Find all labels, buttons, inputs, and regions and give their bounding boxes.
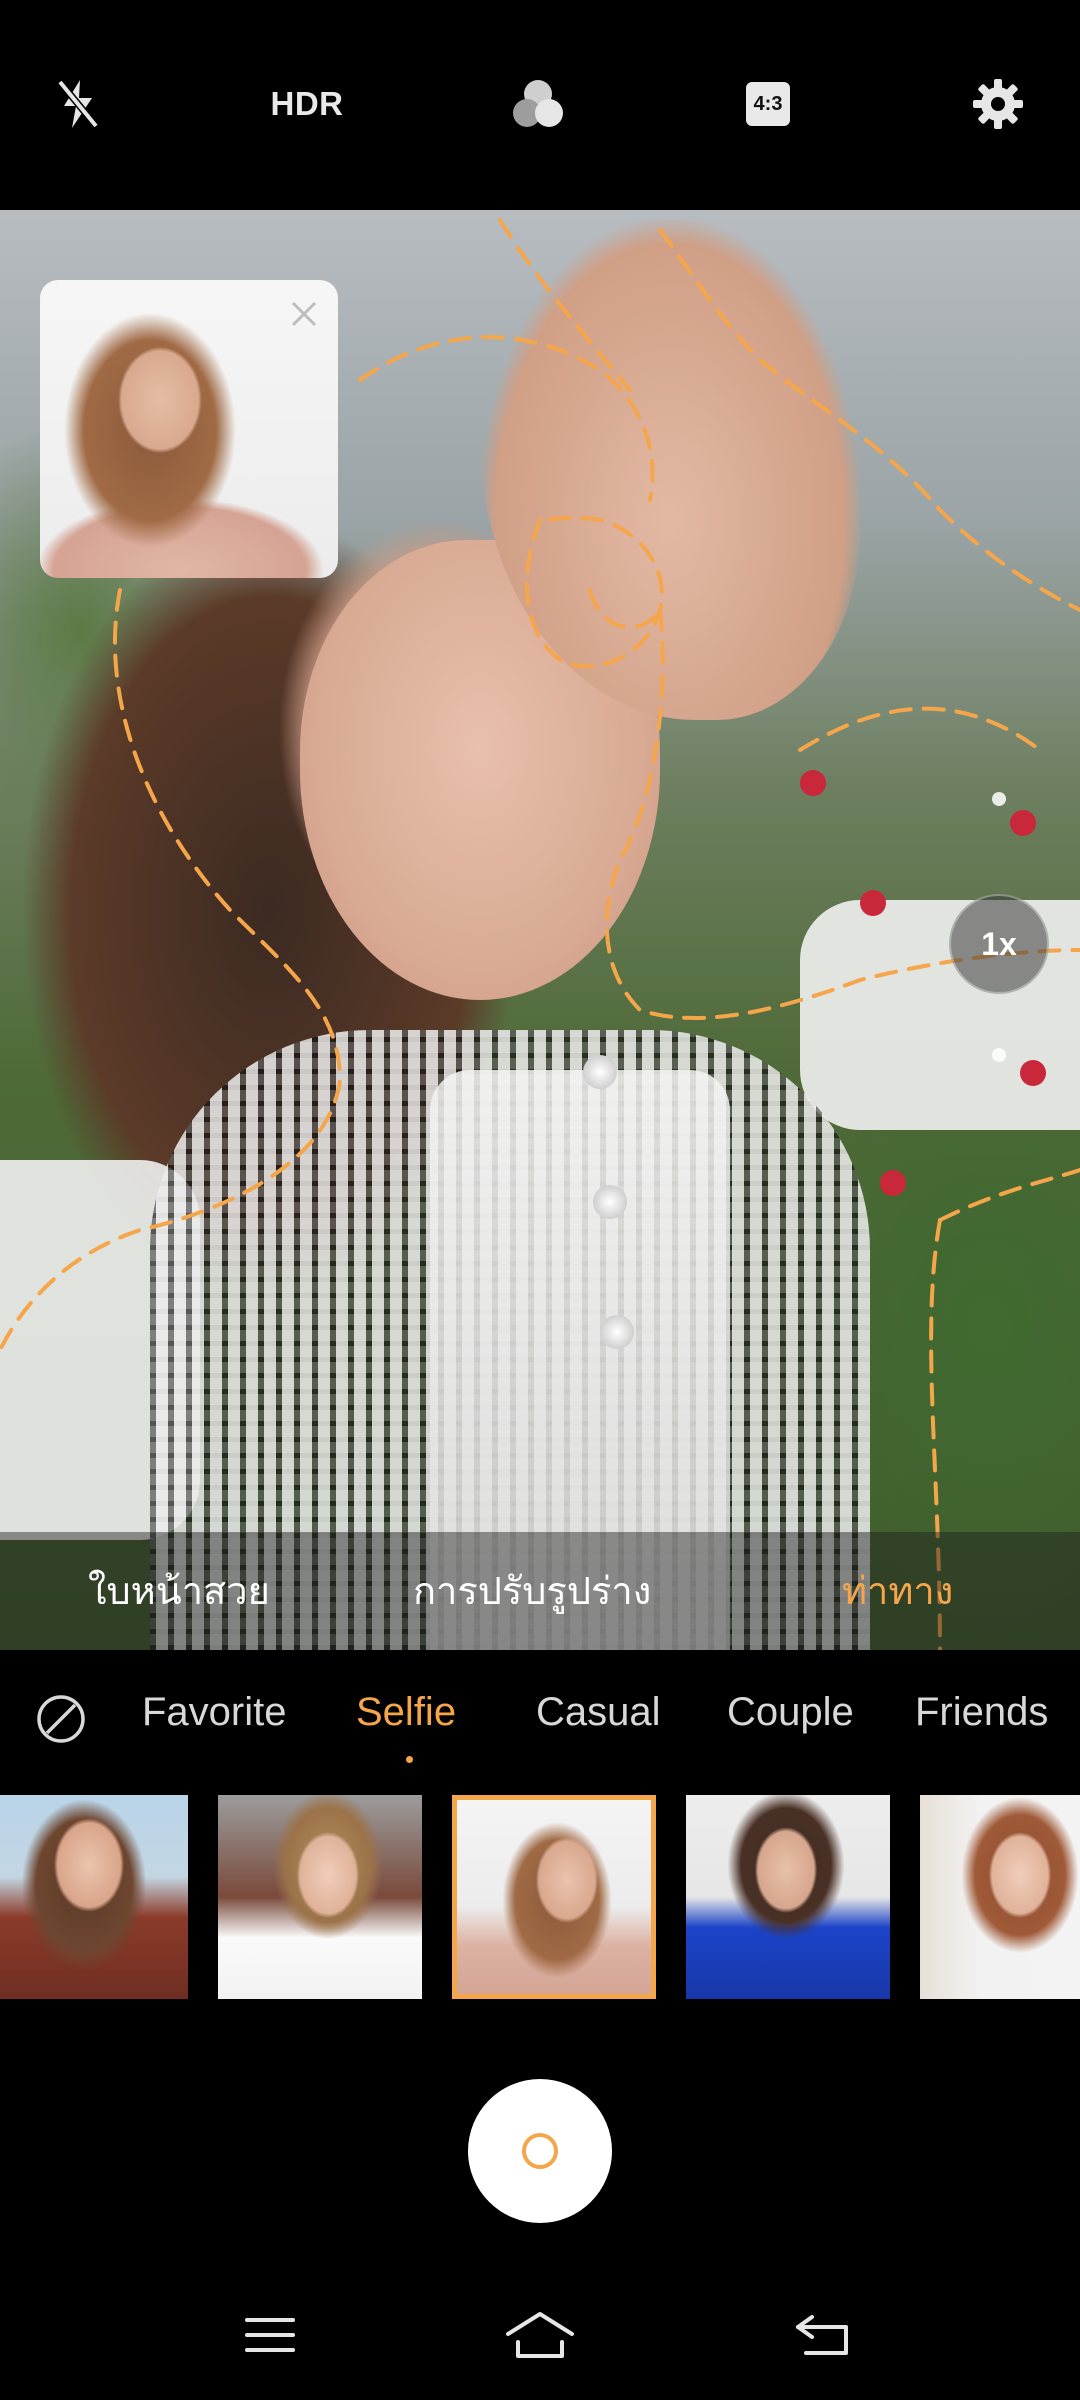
beauty-options-strip: ใบหน้าสวย การปรับรูปร่าง ท่าทาง — [0, 1532, 1080, 1650]
ratio-label: 4:3 — [746, 82, 790, 126]
tab-friends[interactable]: Friends — [915, 1690, 1048, 1735]
home-icon[interactable] — [500, 2300, 580, 2370]
tab-selfie[interactable]: Selfie — [356, 1690, 456, 1735]
pose-thumbnail-selected[interactable] — [452, 1795, 656, 1999]
pose-thumbnail-list — [0, 1795, 1080, 2000]
option-beauty-face[interactable]: ใบหน้าสวย — [88, 1560, 270, 1621]
tab-couple[interactable]: Couple — [727, 1690, 854, 1735]
hdr-label: HDR — [270, 85, 344, 122]
filters-icon[interactable] — [496, 62, 580, 146]
pose-reference-preview[interactable] — [40, 280, 338, 578]
shutter-ring-icon — [522, 2133, 558, 2169]
shutter-button[interactable] — [468, 2079, 612, 2223]
back-icon[interactable] — [784, 2300, 864, 2370]
camera-viewfinder[interactable]: 1x ใบหน้าสวย การปรับรูปร่าง ท่าทาง — [0, 210, 1080, 1650]
pose-thumbnail[interactable] — [0, 1795, 188, 1999]
zoom-button[interactable]: 1x — [949, 894, 1049, 994]
aspect-ratio-button[interactable]: 4:3 — [726, 62, 810, 146]
close-icon[interactable] — [284, 294, 324, 334]
none-icon[interactable] — [34, 1692, 88, 1746]
zoom-tick-dot — [992, 792, 1006, 806]
hdr-button[interactable]: HDR — [265, 62, 349, 146]
gear-icon[interactable] — [956, 62, 1040, 146]
pose-category-tabs: Favorite Selfie Casual Couple Friends — [0, 1650, 1080, 1770]
active-tab-indicator — [406, 1756, 413, 1763]
camera-top-toolbar: HDR 4:3 — [0, 0, 1080, 210]
tab-favorite[interactable]: Favorite — [142, 1690, 287, 1735]
tab-casual[interactable]: Casual — [536, 1690, 661, 1735]
menu-icon[interactable] — [230, 2300, 310, 2370]
pose-thumbnail[interactable] — [218, 1795, 422, 1999]
flash-off-icon[interactable] — [36, 62, 120, 146]
zoom-label: 1x — [981, 925, 1017, 962]
pose-thumbnail[interactable] — [920, 1795, 1080, 1999]
zoom-tick-dot — [992, 1048, 1006, 1062]
option-body-shape[interactable]: การปรับรูปร่าง — [413, 1560, 651, 1621]
pose-thumbnail[interactable] — [686, 1795, 890, 1999]
option-pose[interactable]: ท่าทาง — [842, 1560, 953, 1621]
